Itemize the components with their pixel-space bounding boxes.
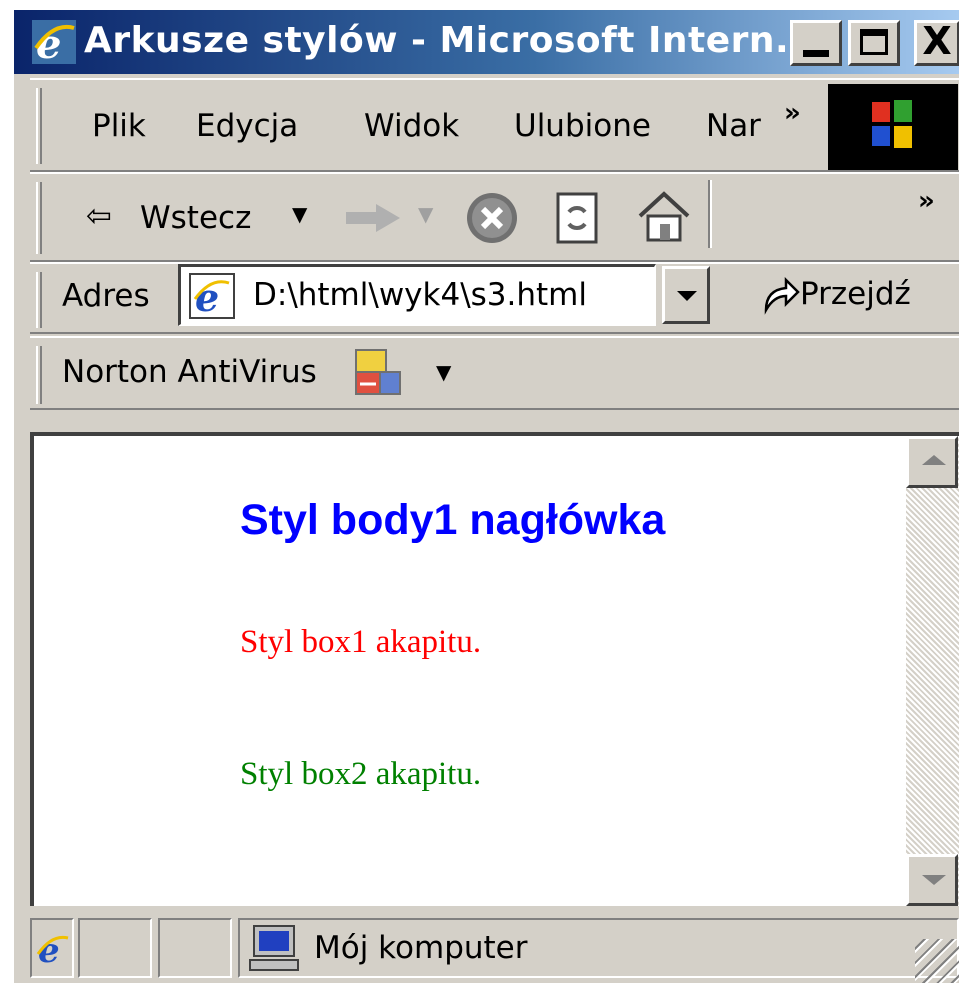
home-icon[interactable] [634,188,694,246]
close-button[interactable]: X [914,19,959,66]
status-cell [78,918,152,978]
back-label: Wstecz [140,200,252,236]
ie-icon: e [36,931,69,968]
chevron-up-icon [922,455,946,465]
go-arrow-icon [764,276,800,315]
resize-grip-icon[interactable] [915,939,959,983]
windows-logo-icon [828,84,958,170]
address-dropdown-button[interactable] [662,266,710,324]
back-arrow-icon: ⇦ [86,198,112,234]
page-viewport[interactable]: Styl body1 nagłówka Styl box1 akapitu. S… [30,432,959,906]
forward-dropdown-icon[interactable]: ▼ [418,202,433,226]
address-bar: Adres e D:\html\wyk4\s3.html Przejdź [30,262,959,334]
window-title: Arkusze stylów - Microsoft Intern... [84,20,818,61]
minimize-icon [803,50,829,57]
norton-label: Norton AntiVirus [62,354,317,390]
menu-bar: Plik Edycja Widok Ulubione Nar » [30,78,959,172]
ie-icon: e [32,20,76,64]
scroll-down-button[interactable] [906,854,958,906]
toolbar-grip[interactable] [36,182,42,254]
menu-plik[interactable]: Plik [92,108,146,144]
address-value: D:\html\wyk4\s3.html [253,277,587,313]
status-cell-icon: e [30,918,74,978]
status-cell [158,918,232,978]
address-label: Adres [62,278,150,314]
go-label: Przejdź [800,276,911,312]
stop-icon[interactable] [462,190,522,246]
maximize-icon [860,29,888,55]
menu-widok[interactable]: Widok [364,108,459,144]
title-bar[interactable]: e Arkusze stylów - Microsoft Intern... X [14,10,959,74]
go-button[interactable]: Przejdź [756,270,952,326]
toolbar-grip[interactable] [36,346,42,404]
computer-icon [249,925,299,971]
browser-window: e Arkusze stylów - Microsoft Intern... X… [0,0,959,983]
toolbar-overflow-chevron[interactable]: » [918,186,935,216]
status-bar: e Mój komputer [30,910,959,983]
paragraph-box1: Styl box1 akapitu. [240,624,482,660]
minimize-button[interactable] [790,20,842,66]
paragraph-box2: Styl box2 akapitu. [240,756,482,792]
toolbar-grip[interactable] [36,88,42,164]
refresh-icon[interactable] [552,190,602,246]
chevron-down-icon [922,875,946,885]
close-icon: X [922,19,952,63]
chevron-down-icon [677,291,697,301]
standard-toolbar: ⇦ Wstecz ▼ ▼ » [30,172,959,262]
norton-icon[interactable] [354,348,404,398]
forward-arrow-icon[interactable] [342,200,406,236]
vertical-scrollbar[interactable] [906,436,959,906]
menu-overflow-chevron[interactable]: » [784,98,801,128]
address-input[interactable]: e D:\html\wyk4\s3.html [178,264,656,326]
scroll-up-button[interactable] [906,436,958,488]
page-heading: Styl body1 nagłówka [240,496,666,544]
norton-toolbar: Norton AntiVirus ▼ [30,336,959,410]
status-zone-text: Mój komputer [314,930,528,966]
norton-dropdown-icon[interactable]: ▼ [436,360,451,384]
toolbar-grip[interactable] [36,272,42,328]
menu-ulubione[interactable]: Ulubione [514,108,651,144]
toolbar-separator [708,180,712,248]
menu-edycja[interactable]: Edycja [196,108,298,144]
ie-icon: e [189,273,235,319]
back-button[interactable]: ⇦ Wstecz ▼ [86,188,307,248]
maximize-button[interactable] [848,20,900,66]
back-dropdown-icon[interactable]: ▼ [292,202,307,226]
menu-narzedzia[interactable]: Nar [706,108,761,144]
